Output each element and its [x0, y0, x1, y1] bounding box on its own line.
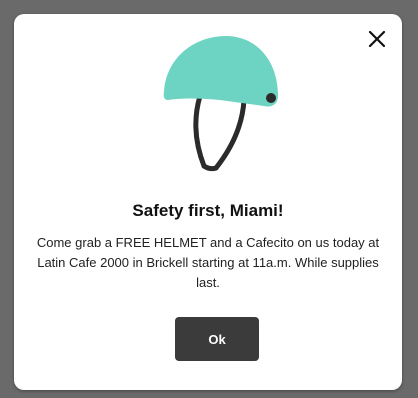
dialog-message: Come grab a FREE HELMET and a Cafecito o…	[36, 235, 380, 290]
helmet-icon	[163, 36, 278, 172]
promo-dialog: Safety first, Miami! Come grab a FREE HE…	[14, 14, 402, 390]
screen-overlay: Safety first, Miami! Come grab a FREE HE…	[0, 0, 418, 398]
close-icon	[368, 30, 386, 48]
close-button[interactable]	[364, 26, 390, 52]
dialog-title: Safety first, Miami!	[132, 201, 284, 220]
ok-button[interactable]: Ok	[175, 317, 259, 361]
